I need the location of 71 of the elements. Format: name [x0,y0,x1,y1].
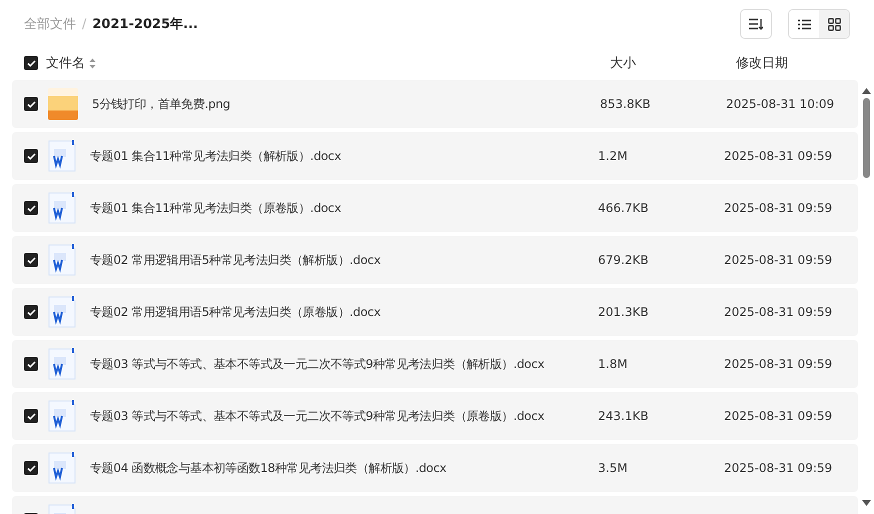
row-checkbox[interactable] [24,305,38,319]
word-document-icon [48,244,76,276]
current-folder: 2021-2025年... [92,16,198,33]
row-checkbox[interactable] [24,97,38,111]
checkmark-icon [26,204,36,212]
checkmark-icon [26,152,36,160]
file-row[interactable]: 专题02 常用逻辑用语5种常见考法归类（原卷版）.docx 201.3KB 2025-08-31 09:59 [12,288,858,336]
column-header[interactable]: 文件名 [46,54,85,72]
word-document-icon [48,348,76,380]
modified-date: 2025-08-31 10:09 [726,97,834,111]
modified-date: 2025-08-31 09:59 [724,357,832,371]
breadcrumb-separator: / [82,16,86,32]
checkmark-icon [26,360,36,368]
file-row[interactable]: 专题01 集合11种常见考法归类（解析版）.docx 1.2M 2025-08-31 09:59 [12,132,858,180]
select-all-checkbox[interactable] [24,56,38,70]
row-checkbox[interactable] [24,357,38,371]
word-document-icon [48,452,76,484]
checkmark-icon [26,308,36,316]
file-name: 专题04 函数概念与基本初等函数18种常见考法归类（解析版）.docx [90,460,448,476]
row-checkbox[interactable] [24,409,38,423]
file-name: 专题03 等式与不等式、基本不等式及一元二次不等式9种常见考法归类（解析版）.docx [90,356,546,372]
scroll-down-icon[interactable] [862,500,870,506]
file-size: 679.2KB [598,253,650,267]
modified-date: 2025-08-31 09:59 [724,409,832,423]
file-row[interactable]: 专题01 集合11种常见考法归类（原卷版）.docx 466.7KB 2025-08-31 09:59 [12,184,858,232]
row-checkbox[interactable] [24,253,38,267]
checkmark-icon [26,256,36,264]
scroll-up-icon[interactable] [862,88,870,94]
checkmark-icon [26,412,36,420]
file-size: 1.2M [598,149,628,163]
sort-arrows-icon[interactable] [89,58,96,68]
word-document-icon [48,296,76,328]
modified-date: 2025-08-31 09:59 [724,201,832,215]
file-size: 853.8KB [600,97,652,111]
word-document-icon [48,140,76,172]
file-size: 466.7KB [598,201,650,215]
file-name: 专题03 等式与不等式、基本不等式及一元二次不等式9种常见考法归类（原卷版）.docx [90,408,546,424]
file-row[interactable]: 专题04 函数概念与基本初等函数18种常见考法归类（解析版）.docx 3.5M 2025-08-31 09:59 [12,444,858,492]
checkmark-icon [26,60,36,66]
modified-date: 2025-08-31 09:59 [724,253,832,267]
file-row[interactable]: 专题03 等式与不等式、基本不等式及一元二次不等式9种常见考法归类（原卷版）.docx 243.1KB 2025-08-31 09:59 [12,392,858,440]
word-document-icon [48,192,76,224]
file-row[interactable]: 专题03 等式与不等式、基本不等式及一元二次不等式9种常见考法归类（解析版）.docx 1.8M 2025-08-31 09:59 [12,340,858,388]
row-checkbox[interactable] [24,201,38,215]
row-checkbox[interactable] [24,149,38,163]
file-row[interactable]: 5分钱打印，首单免费.png 853.8KB 2025-08-31 10:09 [12,80,858,128]
sort-icon [749,18,763,30]
file-size: 1.8M [598,357,628,371]
grid-icon [828,18,840,30]
file-name: 专题02 常用逻辑用语5种常见考法归类（解析版）.docx [90,252,382,268]
modified-date: 2025-08-31 09:59 [724,149,832,163]
file-name: 专题02 常用逻辑用语5种常见考法归类（原卷版）.docx [90,304,382,320]
file-name: 专题01 集合11种常见考法归类（解析版）.docx [90,148,342,164]
row-checkbox[interactable] [24,461,38,475]
checkmark-icon [26,100,36,108]
file-row[interactable]: 专题02 常用逻辑用语5种常见考法归类（解析版）.docx 679.2KB 2025-08-31 09:59 [12,236,858,284]
image-thumbnail [48,88,78,120]
column-header: 大小 [610,55,637,72]
column-header: 修改日期 [736,55,788,72]
checkmark-icon [26,464,36,472]
word-document-icon [48,400,76,432]
file-size: 201.3KB [598,305,650,319]
file-name: 专题01 集合11种常见考法归类（原卷版）.docx [90,200,342,216]
modified-date: 2025-08-31 09:59 [724,305,832,319]
list-icon [798,18,810,30]
file-name: 5分钱打印，首单免费.png [92,96,232,112]
file-size: 243.1KB [598,409,650,423]
modified-date: 2025-08-31 09:59 [724,461,832,475]
grid-view-button[interactable] [819,10,849,38]
file-size: 3.5M [598,461,628,475]
sort-button[interactable] [740,9,772,39]
